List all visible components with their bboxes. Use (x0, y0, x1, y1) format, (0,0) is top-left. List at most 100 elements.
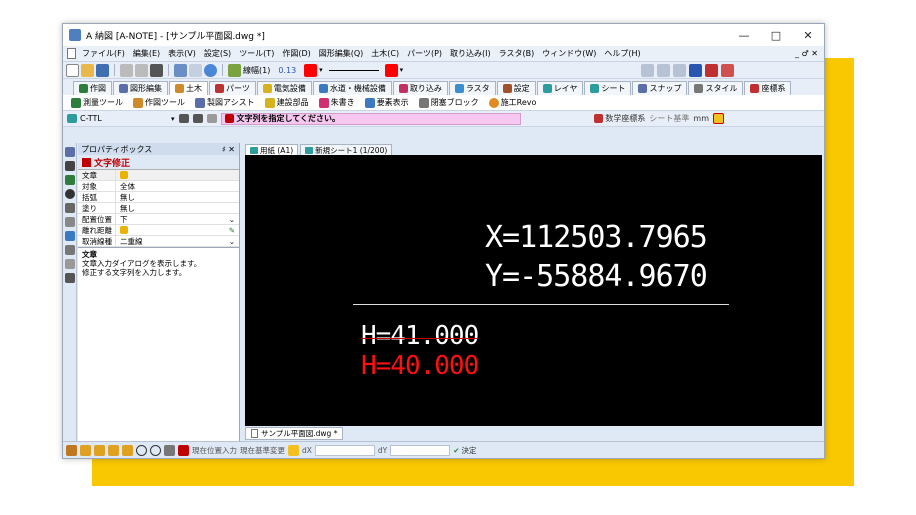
sheet-base-select[interactable]: シート基準 (649, 113, 689, 124)
draw-tool-button[interactable]: 作図ツール (133, 97, 185, 108)
undo-icon[interactable] (174, 63, 187, 77)
property-row[interactable]: 塗り 無し (78, 203, 239, 214)
save-icon[interactable] (96, 63, 109, 77)
property-value[interactable]: 全体 (116, 181, 239, 191)
paste-icon[interactable] (135, 63, 148, 77)
chevron-down-icon[interactable]: ▾ (400, 66, 404, 74)
snap-icon[interactable] (657, 63, 670, 77)
height-text-old[interactable]: H=41.000 (361, 321, 479, 351)
drawing-canvas[interactable]: X=112503.7965 Y=-55884.9670 H=41.000 H=4… (245, 155, 822, 426)
print-icon[interactable] (150, 63, 163, 77)
property-row[interactable]: 括弧 無し (78, 192, 239, 203)
new-file-icon[interactable] (66, 63, 79, 77)
snap-toggle-icon[interactable] (108, 444, 119, 456)
tab-plumbing[interactable]: 水道・機械設備 (312, 81, 392, 95)
color-swatch[interactable] (304, 63, 318, 77)
tab-snap[interactable]: スナップ (632, 81, 688, 95)
menu-civil[interactable]: 土木(C) (367, 48, 403, 59)
property-value[interactable]: 無し (116, 203, 239, 213)
closed-block-button[interactable]: 閉塞ブロック (418, 97, 479, 108)
chevron-down-icon[interactable]: ⌄ (229, 215, 239, 224)
menu-raster[interactable]: ラスタ(B) (495, 48, 539, 59)
x-coordinate-text[interactable]: X=112503.7965 (485, 220, 708, 255)
grid-icon[interactable] (66, 444, 77, 456)
chevron-down-icon[interactable]: ▾ (171, 115, 175, 123)
menu-settings[interactable]: 設定(S) (200, 48, 235, 59)
zoom-icon[interactable] (713, 113, 724, 124)
property-value[interactable]: 下 ⌄ (116, 214, 239, 224)
document-tab[interactable]: サンプル平面図.dwg * (245, 427, 344, 440)
tab-shape-edit[interactable]: 図形編集 (113, 81, 168, 95)
tab-raster[interactable]: ラスタ (448, 81, 496, 95)
tab-coordinate[interactable]: 座標系 (744, 81, 792, 95)
tab-electrical[interactable]: 電気設備 (256, 81, 312, 95)
tab-new-sheet[interactable]: 新規シート1 (1/200) (300, 144, 393, 155)
menu-parts[interactable]: パーツ(P) (403, 48, 446, 59)
y-coordinate-text[interactable]: Y=-55884.9670 (485, 259, 708, 294)
vertical-tool-icon[interactable] (65, 161, 75, 171)
chevron-down-icon[interactable]: ▾ (319, 66, 323, 74)
menu-edit[interactable]: 編集(E) (129, 48, 164, 59)
ortho-icon[interactable] (164, 444, 175, 456)
eyedropper-icon[interactable] (705, 63, 718, 77)
dy-input[interactable] (390, 444, 451, 456)
lock-icon[interactable] (288, 444, 299, 456)
vertical-tool-icon[interactable] (65, 273, 75, 283)
vertical-tool-icon[interactable] (65, 147, 75, 157)
leader-line[interactable] (353, 304, 729, 305)
property-row[interactable]: 取消線種 二重線 ⌄ (78, 236, 239, 247)
close-button[interactable]: ✕ (792, 29, 824, 42)
menu-window[interactable]: ウィンドウ(W) (538, 48, 600, 59)
tab-layer[interactable]: レイヤ (536, 81, 584, 95)
red-markup-button[interactable]: 朱書き (318, 97, 355, 108)
menu-draw[interactable]: 作図(D) (278, 48, 314, 59)
tab-style[interactable]: スタイル (688, 81, 744, 95)
property-row[interactable]: 配置位置下 ⌄ (78, 214, 239, 225)
vertical-tool-icon[interactable] (65, 203, 75, 213)
confirm-button[interactable]: ✔ 決定 (453, 445, 476, 456)
panel-pin-close[interactable]: ♯ ✕ (222, 145, 239, 154)
menu-view[interactable]: 表示(V) (164, 48, 200, 59)
edit-icon[interactable] (120, 226, 128, 234)
survey-tool-button[interactable]: 測量ツール (71, 97, 123, 108)
line-width-value[interactable]: 0.13 (278, 66, 296, 75)
chevron-down-icon[interactable]: ⌄ (229, 237, 239, 246)
sekou-revo-button[interactable]: 施工Revo (488, 97, 536, 108)
menu-help[interactable]: ヘルプ(H) (600, 48, 644, 59)
copy-icon[interactable] (120, 63, 133, 77)
vertical-tool-icon[interactable] (65, 245, 75, 255)
tab-civil[interactable]: 土木 (169, 81, 208, 95)
position-input-button[interactable]: 現在位置入力 (192, 445, 237, 456)
mdi-controls[interactable]: _ ♂ ✕ (795, 49, 824, 58)
hatch-icon[interactable] (178, 444, 189, 456)
open-folder-icon[interactable] (81, 63, 94, 77)
maximize-button[interactable]: □ (760, 29, 792, 42)
pick-icon[interactable]: ✎ (229, 226, 239, 235)
tab-import[interactable]: 取り込み (392, 81, 448, 95)
vertical-tool-icon[interactable] (65, 231, 75, 241)
info-icon[interactable] (689, 63, 702, 77)
snap-icon[interactable] (673, 63, 686, 77)
tab-settings[interactable]: 設定 (496, 81, 536, 95)
line-type-sample[interactable] (328, 69, 379, 71)
snap-toggle-icon[interactable] (122, 444, 133, 456)
snap-toggle-icon[interactable] (80, 444, 91, 456)
dx-input[interactable] (314, 444, 375, 456)
vertical-tool-icon[interactable] (65, 175, 75, 185)
help-icon[interactable] (204, 63, 217, 77)
vertical-tool-icon[interactable] (65, 217, 75, 227)
coord-system-select[interactable]: 数学座標系 (594, 113, 645, 124)
construction-parts-button[interactable]: 建設部品 (264, 97, 309, 108)
vertical-tool-icon[interactable] (65, 189, 75, 199)
layer-tool-icon[interactable] (192, 114, 203, 123)
menu-tools[interactable]: ツール(T) (235, 48, 278, 59)
tab-paper-a1[interactable]: 用紙 (A1) (245, 144, 299, 155)
crosshair-icon[interactable] (136, 444, 147, 456)
snap-icon[interactable] (641, 63, 654, 77)
minimize-button[interactable]: — (728, 29, 760, 42)
base-change-button[interactable]: 現在基準変更 (240, 445, 285, 456)
property-row[interactable]: 離れ距離 ✎ (78, 225, 239, 236)
property-value[interactable]: ✎ (116, 225, 239, 235)
line-color-swatch[interactable] (384, 63, 398, 77)
layer-tool-icon[interactable] (206, 114, 217, 123)
